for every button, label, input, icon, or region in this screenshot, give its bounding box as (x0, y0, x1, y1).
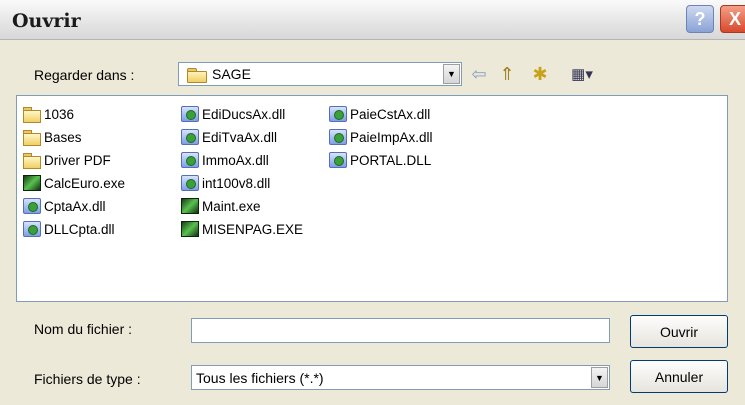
look-in-value: SAGE (212, 66, 251, 82)
dll-icon (329, 152, 347, 168)
filetype-value: Tous les fichiers (*.*) (196, 370, 324, 386)
window-title: Ouvrir (12, 10, 81, 32)
filetype-select[interactable]: Tous les fichiers (*.*) ▼ (191, 365, 610, 390)
list-item[interactable]: EdiTvaAx.dll (181, 127, 277, 147)
dll-icon (329, 106, 347, 122)
back-icon[interactable]: ⇦ (468, 63, 490, 85)
dll-icon (329, 129, 347, 145)
dll-icon (181, 129, 199, 145)
list-item[interactable]: Maint.exe (181, 196, 261, 216)
up-folder-icon[interactable]: ⇑ (496, 63, 518, 85)
list-item[interactable]: Bases (23, 127, 82, 147)
list-item[interactable]: Driver PDF (23, 150, 111, 170)
exe-icon (181, 198, 199, 214)
new-folder-icon[interactable]: ✱ (528, 63, 552, 85)
open-button[interactable]: Ouvrir (630, 315, 728, 348)
list-item[interactable]: PaieImpAx.dll (329, 127, 433, 147)
folder-icon (23, 129, 41, 146)
filename-input[interactable] (191, 318, 610, 343)
cancel-button[interactable]: Annuler (630, 360, 728, 393)
list-item[interactable]: PORTAL.DLL (329, 150, 431, 170)
chevron-down-icon[interactable]: ▼ (591, 367, 608, 388)
list-item[interactable]: EdiDucsAx.dll (181, 104, 285, 124)
dll-icon (23, 221, 41, 237)
folder-icon (23, 152, 41, 169)
exe-icon (181, 221, 199, 237)
exe-icon (23, 175, 41, 191)
folder-icon (187, 67, 207, 83)
title-bar: Ouvrir ? X (0, 0, 745, 40)
views-menu-icon[interactable]: ▦▾ (562, 63, 602, 85)
list-item[interactable]: int100v8.dll (181, 173, 270, 193)
dll-icon (181, 106, 199, 122)
close-button[interactable]: X (720, 5, 745, 33)
dll-icon (23, 198, 41, 214)
look-in-combo[interactable]: SAGE ▼ (178, 62, 462, 86)
list-item[interactable]: MISENPAG.EXE (181, 219, 303, 239)
list-item[interactable]: 1036 (23, 104, 74, 124)
dll-icon (181, 175, 199, 191)
dll-icon (181, 152, 199, 168)
list-item[interactable]: ImmoAx.dll (181, 150, 269, 170)
folder-icon (23, 106, 41, 123)
file-list[interactable]: 1036 Bases Driver PDF CalcEuro.exe CptaA… (16, 95, 728, 302)
list-item[interactable]: DLLCpta.dll (23, 219, 115, 239)
list-item[interactable]: CalcEuro.exe (23, 173, 125, 193)
chevron-down-icon[interactable]: ▼ (443, 64, 460, 84)
help-button[interactable]: ? (686, 5, 714, 33)
look-in-label: Regarder dans : (34, 67, 135, 83)
list-item[interactable]: CptaAx.dll (23, 196, 106, 216)
filetype-label: Fichiers de type : (34, 371, 141, 387)
list-item[interactable]: PaieCstAx.dll (329, 104, 430, 124)
filename-label: Nom du fichier : (34, 321, 133, 337)
